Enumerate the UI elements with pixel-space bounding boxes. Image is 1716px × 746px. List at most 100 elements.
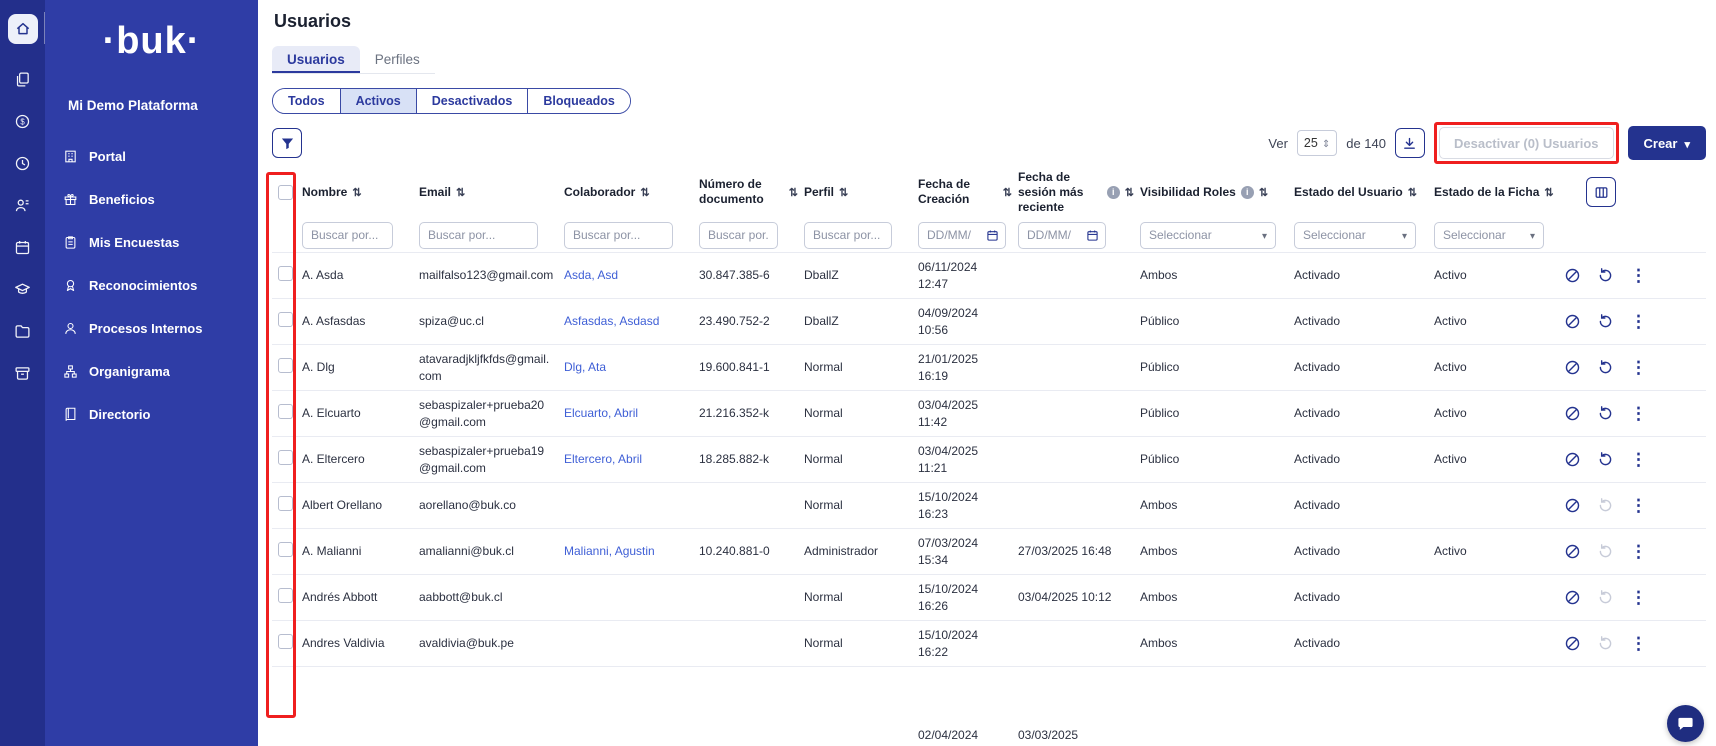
restore-user-icon[interactable] (1597, 451, 1614, 468)
colaborador-link[interactable]: Dlg, Ata (564, 355, 699, 379)
annotation-deactivate-button: Desactivar (0) Usuarios (1434, 122, 1619, 164)
filter-desactivados[interactable]: Desactivados (416, 89, 528, 113)
colaborador-link[interactable]: Asfasdas, Asdasd (564, 309, 699, 333)
restore-user-icon[interactable] (1597, 267, 1614, 284)
row-menu-icon[interactable] (1630, 543, 1647, 560)
sidebar-item-beneficios[interactable]: Beneficios (45, 178, 258, 221)
sort-icon[interactable] (1259, 185, 1268, 199)
filter-fecha-sesion-input[interactable]: DD/MM/ (1018, 222, 1106, 249)
filter-bloqueados[interactable]: Bloqueados (527, 89, 630, 113)
home-icon[interactable] (8, 14, 38, 44)
sidebar-item-organigrama[interactable]: Organigrama (45, 350, 258, 393)
documents-icon[interactable] (6, 62, 40, 96)
column-settings-button[interactable] (1586, 177, 1616, 207)
deactivate-user-icon[interactable] (1564, 451, 1581, 468)
sidebar-item-directorio[interactable]: Directorio (45, 393, 258, 436)
filter-email-input[interactable] (419, 222, 538, 249)
row-menu-icon[interactable] (1630, 497, 1647, 514)
filter-fecha-creacion-input[interactable]: DD/MM/ (918, 222, 1006, 249)
restore-user-icon[interactable] (1597, 543, 1614, 560)
row-menu-icon[interactable] (1630, 405, 1647, 422)
row-menu-icon[interactable] (1630, 267, 1647, 284)
chat-fab-button[interactable] (1667, 705, 1704, 742)
sort-icon[interactable] (1125, 185, 1134, 199)
sort-icon[interactable] (1408, 185, 1417, 199)
restore-user-icon[interactable] (1597, 589, 1614, 606)
deactivate-user-icon[interactable] (1564, 359, 1581, 376)
colaborador-link[interactable]: Elcuarto, Abril (564, 401, 699, 425)
colaborador-link[interactable] (564, 502, 699, 510)
row-menu-icon[interactable] (1630, 313, 1647, 330)
sidebar-item-portal[interactable]: Portal (45, 135, 258, 178)
restore-user-icon[interactable] (1597, 405, 1614, 422)
page-size-select[interactable]: 25 (1297, 130, 1337, 156)
row-checkbox[interactable] (278, 634, 293, 649)
sort-icon[interactable] (789, 185, 798, 199)
deactivate-user-icon[interactable] (1564, 635, 1581, 652)
filter-documento-input[interactable] (699, 222, 778, 249)
restore-user-icon[interactable] (1597, 313, 1614, 330)
tab-perfiles[interactable]: Perfiles (360, 46, 435, 73)
sort-icon[interactable] (1003, 185, 1012, 199)
payroll-icon[interactable]: $ (6, 104, 40, 138)
cell-fecha-creacion: 15/10/2024 16:22 (918, 623, 1018, 663)
deactivate-user-icon[interactable] (1564, 497, 1581, 514)
sidebar-item-mis-encuestas[interactable]: Mis Encuestas (45, 221, 258, 264)
deactivate-user-icon[interactable] (1564, 589, 1581, 606)
colaborador-link[interactable]: Eltercero, Abril (564, 447, 699, 471)
select-all-checkbox[interactable] (278, 185, 293, 200)
sidebar-item-reconocimientos[interactable]: Reconocimientos (45, 264, 258, 307)
filter-colaborador-input[interactable] (564, 222, 673, 249)
calendar-icon[interactable] (6, 230, 40, 264)
row-menu-icon[interactable] (1630, 635, 1647, 652)
row-checkbox[interactable] (278, 358, 293, 373)
row-menu-icon[interactable] (1630, 451, 1647, 468)
restore-user-icon[interactable] (1597, 497, 1614, 514)
education-icon[interactable] (6, 272, 40, 306)
archive-icon[interactable] (6, 356, 40, 390)
colaborador-link[interactable] (564, 640, 699, 648)
sort-icon[interactable] (640, 185, 649, 199)
row-menu-icon[interactable] (1630, 589, 1647, 606)
colaborador-link[interactable] (564, 667, 699, 731)
sort-icon[interactable] (1544, 185, 1553, 199)
cell-email (419, 667, 564, 731)
colaborador-link[interactable]: Asda, Asd (564, 263, 699, 287)
page-size-label: Ver (1268, 136, 1288, 151)
filter-activos[interactable]: Activos (340, 89, 416, 113)
row-checkbox[interactable] (278, 450, 293, 465)
tab-usuarios[interactable]: Usuarios (272, 46, 360, 73)
row-checkbox[interactable] (278, 266, 293, 281)
row-checkbox[interactable] (278, 312, 293, 327)
row-menu-icon[interactable] (1630, 359, 1647, 376)
row-checkbox[interactable] (278, 588, 293, 603)
download-button[interactable] (1395, 128, 1425, 158)
filter-nombre-input[interactable] (302, 222, 393, 249)
filter-estado-usuario-select[interactable]: Seleccionar (1294, 222, 1416, 249)
restore-user-icon[interactable] (1597, 635, 1614, 652)
deactivate-user-icon[interactable] (1564, 405, 1581, 422)
people-icon[interactable] (6, 188, 40, 222)
colaborador-link[interactable] (564, 594, 699, 602)
row-checkbox[interactable] (278, 496, 293, 511)
folder-icon[interactable] (6, 314, 40, 348)
filter-visibilidad-select[interactable]: Seleccionar (1140, 222, 1276, 249)
sidebar-item-procesos-internos[interactable]: Procesos Internos (45, 307, 258, 350)
filter-estado-ficha-select[interactable]: Seleccionar (1434, 222, 1544, 249)
restore-user-icon[interactable] (1597, 359, 1614, 376)
row-checkbox[interactable] (278, 404, 293, 419)
create-button[interactable]: Crear (1628, 126, 1707, 160)
filter-todos[interactable]: Todos (273, 89, 340, 113)
deactivate-user-icon[interactable] (1564, 543, 1581, 560)
deactivate-user-icon[interactable] (1564, 267, 1581, 284)
sort-icon[interactable] (456, 185, 465, 199)
sort-icon[interactable] (352, 185, 361, 199)
colaborador-link[interactable]: Malianni, Agustin (564, 539, 699, 563)
filter-perfil-input[interactable] (804, 222, 892, 249)
filter-button[interactable] (272, 128, 302, 158)
deactivate-user-icon[interactable] (1564, 313, 1581, 330)
history-icon[interactable] (6, 146, 40, 180)
row-checkbox[interactable] (278, 542, 293, 557)
sort-icon[interactable] (839, 185, 848, 199)
deactivate-users-button[interactable]: Desactivar (0) Usuarios (1439, 127, 1614, 159)
